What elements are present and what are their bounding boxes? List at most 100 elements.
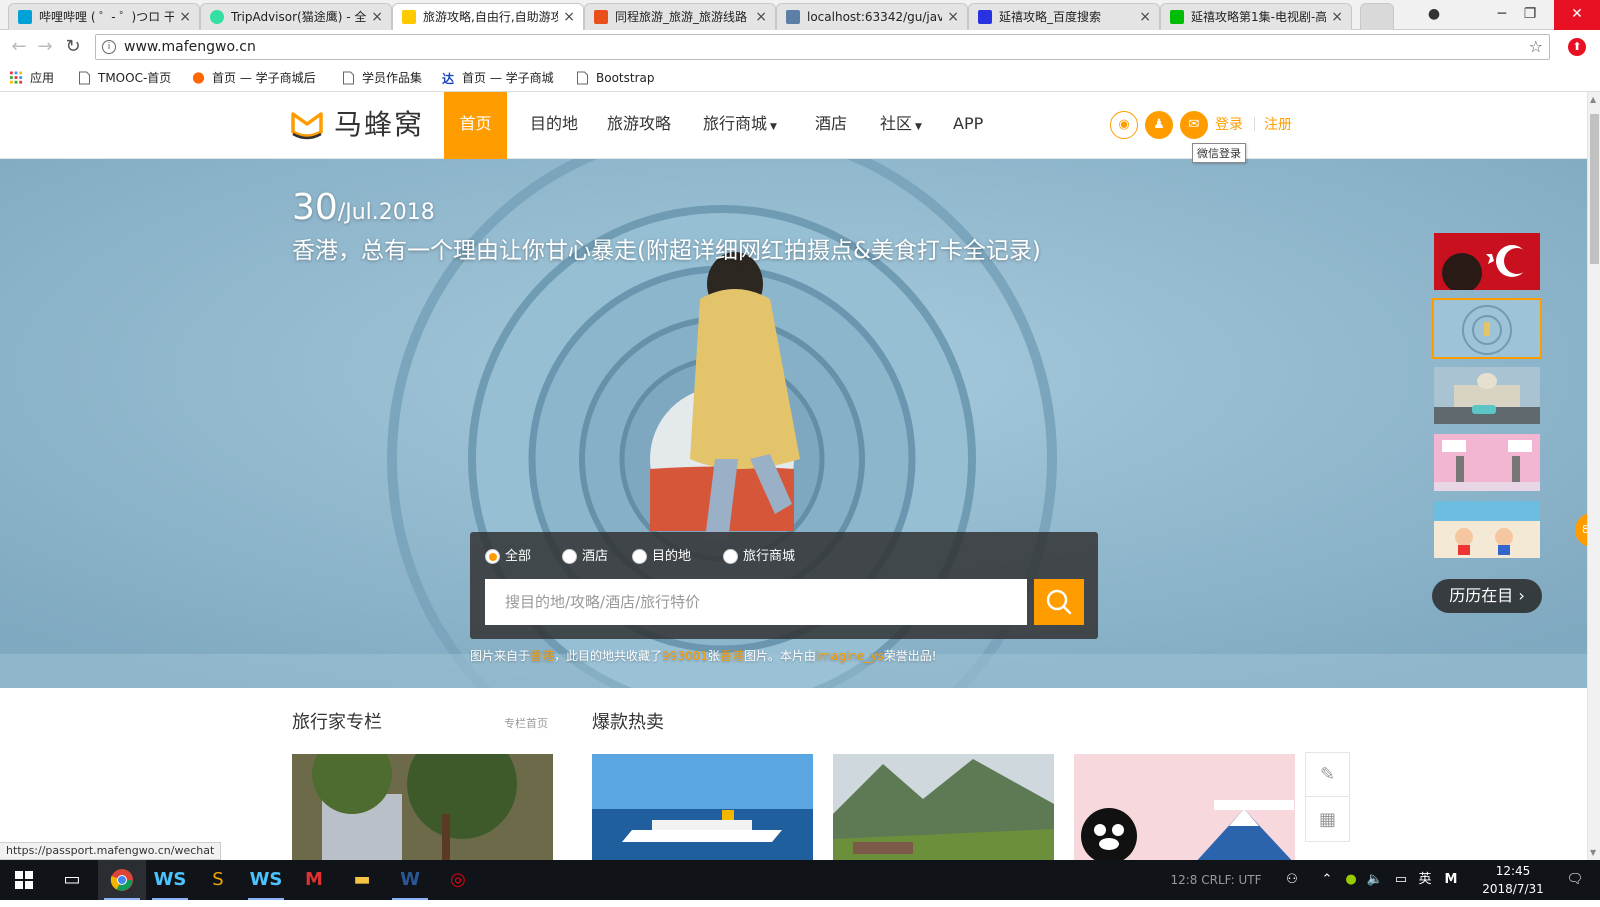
taskbar-clock[interactable]: 12:45 2018/7/31 (1478, 862, 1548, 898)
ide-status-text: 12:8 CRLF: UTF (1170, 873, 1262, 887)
maximize-button[interactable]: ❐ (1508, 0, 1552, 30)
profile-icon[interactable]: ● (1412, 0, 1456, 30)
browser-tab[interactable]: 同程旅游_旅游_旅游线路 × (584, 3, 776, 30)
hot-sale-card-image[interactable] (833, 754, 1054, 864)
extension-icon[interactable]: ⬆ (1568, 38, 1586, 56)
bookmark-label: 首页 — 学子商城后 (212, 71, 316, 85)
forward-icon[interactable]: → (34, 36, 56, 58)
nav-home[interactable]: 首页 (444, 92, 507, 159)
address-url: www.mafengwo.cn (124, 39, 256, 55)
ime-icon[interactable]: M (1442, 860, 1460, 900)
nav-label: APP (953, 114, 984, 133)
mafengwo-logo-icon (291, 112, 323, 140)
task-view-icon[interactable]: ▭ (48, 860, 96, 900)
browser-tab[interactable]: TripAdvisor(猫途鹰) - 全 × (200, 3, 392, 30)
word-icon[interactable]: W (386, 860, 434, 900)
hero-thumbnail[interactable] (1432, 365, 1542, 426)
qr-code-icon[interactable]: ▦ (1306, 798, 1349, 842)
hot-sale-card-image[interactable] (1074, 754, 1295, 864)
nav-mall[interactable]: 旅行商城 ▼ (688, 92, 792, 159)
close-tab-icon[interactable]: × (563, 4, 575, 30)
browser-tab[interactable]: 延禧攻略_百度搜索 × (968, 3, 1160, 30)
nav-destinations[interactable]: 目的地 (515, 92, 593, 159)
search-option-all[interactable]: 全部 (485, 549, 531, 565)
tray-expand-icon[interactable]: ⌃ (1318, 860, 1336, 900)
side-tools: ✎ ▦ (1305, 752, 1350, 842)
hero-thumbnail[interactable] (1432, 231, 1542, 292)
radio-label: 全部 (505, 549, 532, 564)
bookmark-xuezi-admin[interactable]: 首页 — 学子商城后 (192, 70, 316, 86)
search-input[interactable] (485, 579, 1027, 625)
network-icon[interactable]: ▭ (1392, 860, 1410, 900)
browser-tab[interactable]: 哔哩哔哩 ( ゜- ゜)つロ 干杯 × (8, 3, 200, 30)
bookmark-label: 学员作品集 (362, 71, 423, 85)
wechat-icon[interactable]: ✉ (1180, 111, 1208, 139)
columns-home-link[interactable]: 专栏首页 (504, 715, 548, 731)
reload-icon[interactable]: ↻ (62, 36, 84, 58)
search-option-hotel[interactable]: 酒店 (562, 549, 608, 565)
people-icon[interactable]: ⚇ (1280, 860, 1304, 900)
back-icon[interactable]: ← (8, 36, 30, 58)
search-option-mall[interactable]: 旅行商城 (723, 549, 795, 565)
nav-app[interactable]: APP (938, 92, 998, 159)
file-explorer-icon[interactable]: ▬ (338, 860, 386, 900)
hero-thumbnail[interactable] (1432, 499, 1542, 560)
hot-sale-card-image[interactable] (592, 754, 813, 864)
browser-tab-active[interactable]: 旅游攻略,自由行,自助游攻 × (392, 3, 584, 30)
bookmark-works[interactable]: 学员作品集 (342, 70, 422, 86)
bookmark-bootstrap[interactable]: Bootstrap (576, 70, 654, 86)
close-tab-icon[interactable]: × (755, 4, 767, 30)
tray-app-icon[interactable]: ● (1342, 860, 1360, 900)
edit-icon[interactable]: ✎ (1306, 753, 1349, 797)
weibo-icon[interactable]: ◉ (1110, 111, 1138, 139)
windows-start-icon[interactable] (0, 860, 48, 900)
input-language[interactable]: 英 (1416, 860, 1434, 900)
webstorm-icon[interactable]: WS (242, 860, 290, 900)
bookmark-xuezi[interactable]: 达首页 — 学子商城 (442, 70, 554, 86)
hero-thumbnail-active[interactable] (1432, 298, 1542, 359)
credit-place-link[interactable]: 香港 (720, 649, 744, 663)
login-link[interactable]: 登录 (1215, 114, 1243, 134)
sublime-icon[interactable]: S (194, 860, 242, 900)
tab-title: 哔哩哔哩 ( ゜- ゜)つロ 干杯 (39, 10, 174, 24)
bookmark-tmooc[interactable]: TMOOC-首页 (78, 70, 171, 86)
scrollbar-thumb[interactable] (1590, 114, 1599, 264)
close-tab-icon[interactable]: × (179, 4, 191, 30)
notification-icon[interactable]: 🗨 (1560, 860, 1590, 900)
webstorm-icon[interactable]: WS (146, 860, 194, 900)
site-info-icon[interactable]: i (102, 40, 116, 54)
browser-tab[interactable]: localhost:63342/gu/jav × (776, 3, 968, 30)
column-card-photo (292, 754, 553, 864)
nav-community[interactable]: 社区 ▼ (865, 92, 937, 159)
new-tab-button[interactable] (1360, 3, 1394, 30)
qq-icon[interactable]: ♟ (1145, 111, 1173, 139)
netease-music-icon[interactable]: ◎ (434, 860, 482, 900)
scroll-down-icon[interactable]: ▼ (1590, 848, 1596, 857)
column-card-image[interactable] (292, 754, 553, 864)
address-bar[interactable]: i www.mafengwo.cn ☆ (95, 34, 1550, 60)
hero-title[interactable]: 香港，总有一个理由让你甘心暴走(附超详细网红拍摄点&美食打卡全记录) (292, 231, 1041, 265)
bookmark-apps[interactable]: 应用 (10, 70, 54, 86)
credit-author-link[interactable]: Imagine_ys (816, 649, 884, 663)
nav-guides[interactable]: 旅游攻略 (592, 92, 686, 159)
close-tab-icon[interactable]: × (1139, 4, 1151, 30)
volume-icon[interactable]: 🔈 (1366, 860, 1384, 900)
hero-banner: 30/Jul.2018 香港，总有一个理由让你甘心暴走(附超详细网红拍摄点&美食… (0, 159, 1587, 688)
history-button[interactable]: 历历在目 › (1432, 579, 1542, 613)
m-app-icon[interactable]: M (290, 860, 338, 900)
register-link[interactable]: 注册 (1264, 114, 1292, 134)
close-tab-icon[interactable]: × (1331, 4, 1343, 30)
search-option-destination[interactable]: 目的地 (632, 549, 691, 565)
hero-thumbnail[interactable] (1432, 432, 1542, 493)
close-tab-icon[interactable]: × (371, 4, 383, 30)
close-window-button[interactable]: ✕ (1554, 0, 1600, 30)
search-button[interactable] (1034, 579, 1084, 625)
close-tab-icon[interactable]: × (947, 4, 959, 30)
page-scrollbar[interactable]: ▲ ▼ (1587, 92, 1600, 860)
credit-place-link[interactable]: 香港 (530, 649, 554, 663)
nav-hotels[interactable]: 酒店 (800, 92, 862, 159)
browser-tab[interactable]: 延禧攻略第1集-电视剧-高 × (1160, 3, 1352, 30)
bookmark-star-icon[interactable]: ☆ (1529, 37, 1543, 56)
chrome-icon[interactable] (98, 860, 146, 900)
scroll-up-icon[interactable]: ▲ (1590, 95, 1596, 104)
